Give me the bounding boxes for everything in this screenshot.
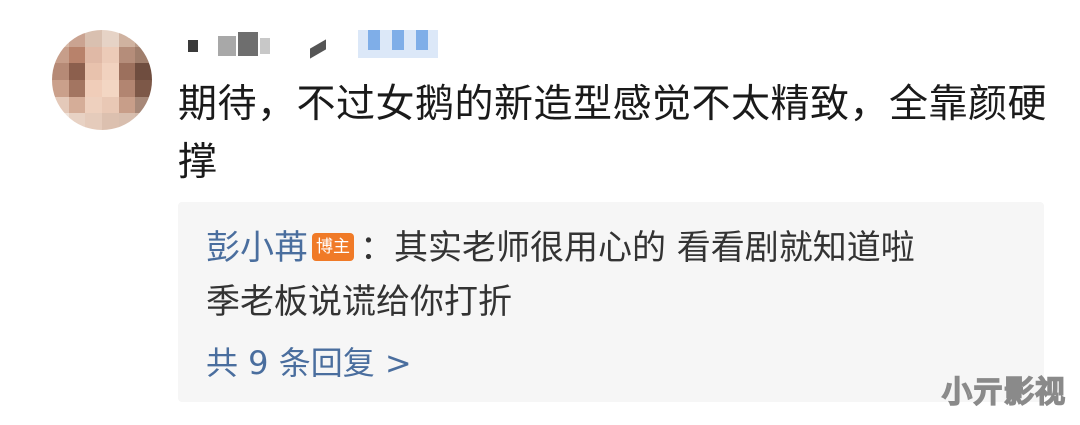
blurred-username-part bbox=[218, 36, 236, 56]
username-blurred[interactable] bbox=[180, 28, 480, 60]
blurred-username-part bbox=[188, 40, 198, 52]
author-badge: 博主 bbox=[312, 232, 354, 261]
reply-text-continued: 季老板说谎给你打折 bbox=[206, 282, 512, 322]
reply-author-link[interactable]: 彭小苒 bbox=[206, 228, 308, 268]
blurred-username-part bbox=[238, 32, 258, 56]
blurred-username-part bbox=[260, 38, 270, 54]
blurred-username-part bbox=[368, 30, 380, 50]
reply-text: ：其实老师很用心的 看看剧就知道啦 bbox=[360, 228, 915, 268]
blurred-username-part bbox=[416, 30, 428, 50]
watermark: 小亓影视 bbox=[941, 374, 1066, 410]
blurred-username-part bbox=[310, 39, 326, 59]
comment-text: 期待，不过女鹅的新造型感觉不太精致，全靠颜硬撑 bbox=[178, 82, 1048, 185]
view-more-replies-link[interactable]: 共 9 条回复 > bbox=[206, 338, 412, 388]
blurred-username-part bbox=[392, 30, 404, 50]
avatar[interactable] bbox=[52, 30, 152, 130]
reply-line: 彭小苒 博主 ：其实老师很用心的 看看剧就知道啦 bbox=[206, 222, 915, 274]
reply-box[interactable]: 彭小苒 博主 ：其实老师很用心的 看看剧就知道啦 季老板说谎给你打折 共 9 条回复… bbox=[178, 202, 1044, 402]
